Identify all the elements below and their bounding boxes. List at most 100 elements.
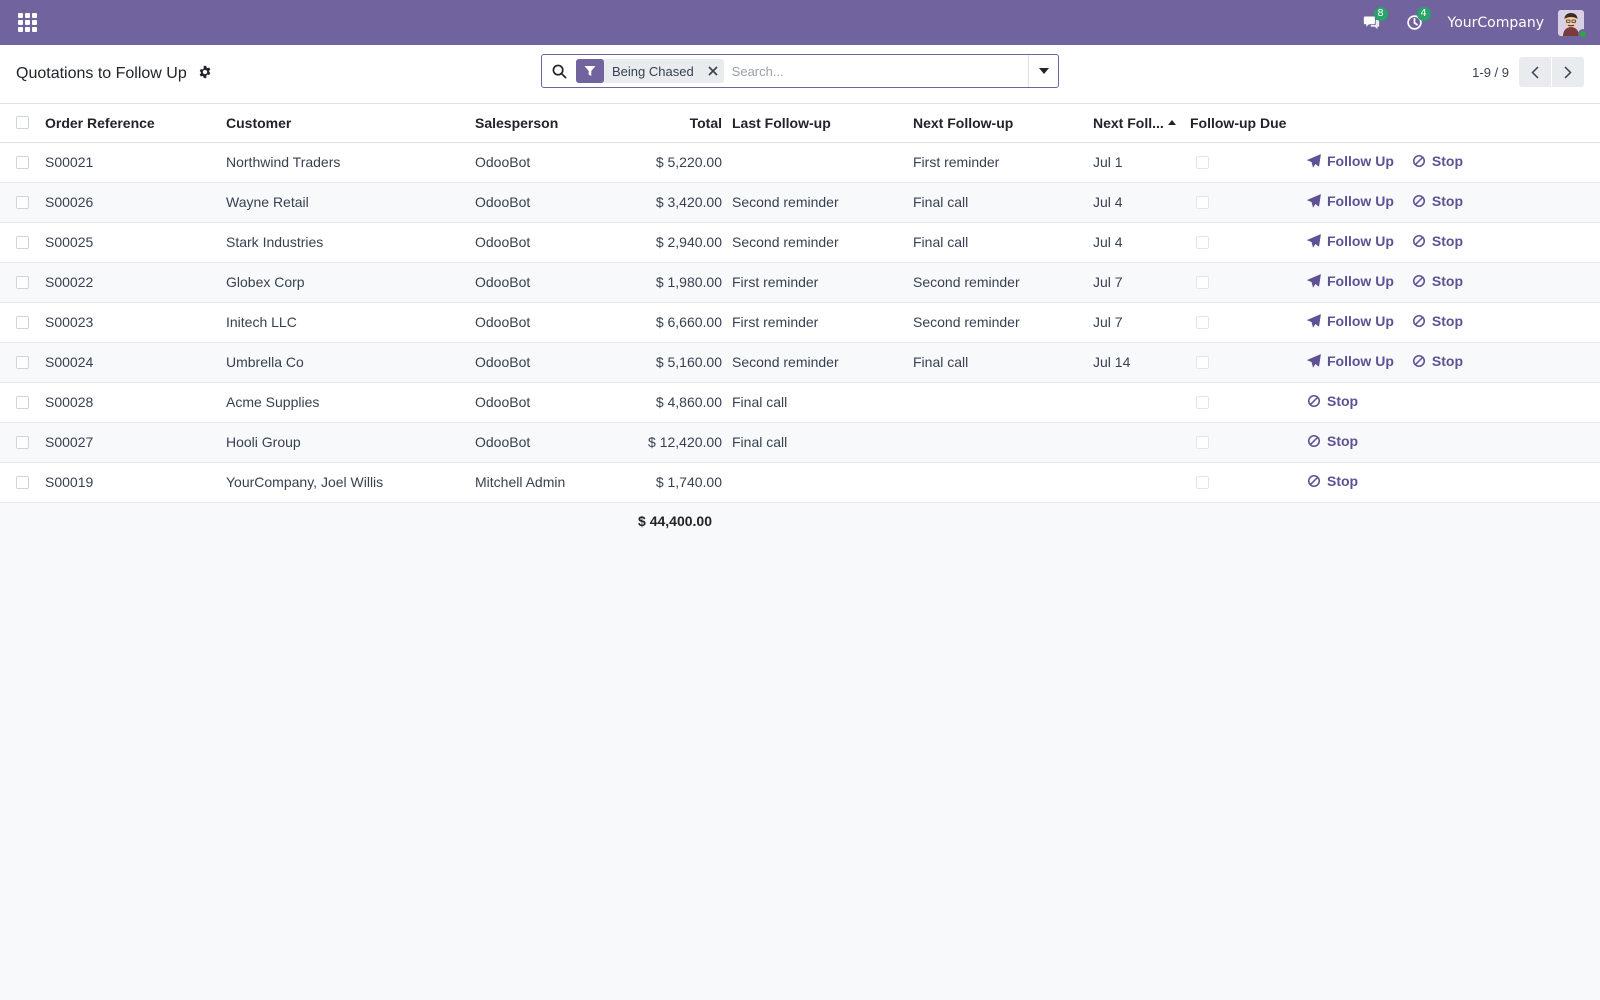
- last-follow-up-cell: First reminder: [732, 302, 913, 343]
- stop-button[interactable]: Stop: [1412, 313, 1463, 329]
- order-reference-cell: S00025: [45, 222, 226, 263]
- ban-icon: [1412, 194, 1425, 208]
- row-checkbox[interactable]: [16, 275, 29, 289]
- follow-up-due-cell: [1190, 462, 1307, 503]
- next-follow-up-cell: Final call: [913, 342, 1093, 383]
- row-checkbox[interactable]: [16, 315, 29, 329]
- total-cell: $ 6,660.00: [605, 302, 732, 343]
- search-input[interactable]: [731, 56, 1028, 86]
- stop-button[interactable]: Stop: [1412, 273, 1463, 289]
- column-header-total[interactable]: Total: [605, 104, 732, 143]
- breadcrumb: Quotations to Follow Up: [16, 65, 212, 83]
- row-checkbox[interactable]: [16, 235, 29, 249]
- follow-up-button[interactable]: Follow Up: [1307, 313, 1394, 329]
- apps-grid-icon[interactable]: [18, 12, 38, 33]
- stop-button[interactable]: Stop: [1412, 193, 1463, 209]
- table-row[interactable]: S00025 Stark Industries OdooBot $ 2,940.00 S…: [0, 222, 1600, 263]
- ban-icon: [1307, 474, 1321, 488]
- total-cell: $ 5,160.00: [605, 342, 732, 383]
- table-row[interactable]: S00026 Wayne Retail OdooBot $ 3,420.00 Secon…: [0, 182, 1600, 223]
- pager-value[interactable]: 1-9 / 9: [1472, 65, 1509, 80]
- last-follow-up-cell: Second reminder: [732, 342, 913, 383]
- stop-button[interactable]: Stop: [1412, 153, 1463, 169]
- column-header-salesperson[interactable]: Salesperson: [475, 104, 605, 143]
- last-follow-up-cell: Final call: [732, 382, 913, 423]
- last-follow-up-cell: Second reminder: [732, 222, 913, 263]
- stop-button-label: Stop: [1431, 273, 1463, 289]
- select-all-checkbox[interactable]: [16, 116, 29, 130]
- table-row[interactable]: S00027 Hooli Group OdooBot $ 12,420.00 Final…: [0, 422, 1600, 463]
- systray: 8 4 YourCompany: [1360, 6, 1588, 39]
- search-icon[interactable]: [542, 55, 576, 87]
- total-cell: $ 2,940.00: [605, 222, 732, 263]
- close-icon[interactable]: [702, 59, 724, 83]
- total-cell: $ 1,740.00: [605, 462, 732, 503]
- pager-previous-button[interactable]: [1519, 57, 1551, 87]
- messaging-button[interactable]: 8: [1360, 6, 1388, 35]
- column-header-last-follow-up[interactable]: Last Follow-up: [732, 104, 913, 143]
- next-follow-up-date-cell: Jul 14: [1093, 342, 1190, 383]
- column-header-next-follow-up-date-label: Next Foll...: [1093, 114, 1164, 131]
- column-header-next-follow-up[interactable]: Next Follow-up: [913, 104, 1093, 143]
- row-select-cell: [0, 262, 45, 303]
- last-follow-up-cell: Final call: [732, 422, 913, 463]
- company-switcher[interactable]: YourCompany: [1448, 15, 1545, 31]
- next-follow-up-cell: [913, 462, 1093, 503]
- table-row[interactable]: S00019 YourCompany, Joel Willis Mitchell A…: [0, 462, 1600, 503]
- follow-up-due-cell: [1190, 222, 1307, 263]
- ban-icon: [1412, 314, 1425, 328]
- table-row[interactable]: S00024 Umbrella Co OdooBot $ 5,160.00 Second…: [0, 342, 1600, 383]
- total-cell: $ 4,860.00: [605, 382, 732, 423]
- table-row[interactable]: S00021 Northwind Traders OdooBot $ 5,220.00…: [0, 142, 1600, 183]
- follow-up-button[interactable]: Follow Up: [1307, 353, 1394, 369]
- row-checkbox[interactable]: [16, 355, 29, 369]
- table-row[interactable]: S00022 Globex Corp OdooBot $ 1,980.00 First …: [0, 262, 1600, 303]
- stop-button[interactable]: Stop: [1307, 393, 1358, 409]
- ban-icon: [1412, 154, 1425, 168]
- customer-cell: Stark Industries: [226, 222, 475, 263]
- stop-button[interactable]: Stop: [1307, 433, 1358, 449]
- next-follow-up-date-cell: Jul 1: [1093, 142, 1190, 183]
- stop-button-label: Stop: [1431, 353, 1463, 369]
- next-follow-up-cell: First reminder: [913, 142, 1093, 183]
- row-select-cell: [0, 182, 45, 223]
- follow-up-due-checkbox: [1196, 195, 1209, 209]
- messages-count-badge: 8: [1373, 6, 1388, 21]
- row-select-cell: [0, 382, 45, 423]
- table-row[interactable]: S00023 Initech LLC OdooBot $ 6,660.00 First …: [0, 302, 1600, 343]
- follow-up-due-checkbox: [1196, 355, 1209, 369]
- column-header-follow-up-due[interactable]: Follow-up Due: [1190, 104, 1307, 143]
- row-actions-cell: Stop: [1307, 382, 1600, 423]
- row-actions-cell: Follow Up Stop: [1307, 142, 1600, 183]
- row-actions-cell: Stop: [1307, 422, 1600, 463]
- salesperson-cell: OdooBot: [475, 222, 605, 263]
- column-header-actions: [1307, 104, 1600, 143]
- follow-up-button[interactable]: Follow Up: [1307, 233, 1394, 249]
- stop-button[interactable]: Stop: [1412, 353, 1463, 369]
- table-row[interactable]: S00028 Acme Supplies OdooBot $ 4,860.00 Fina…: [0, 382, 1600, 423]
- row-checkbox[interactable]: [16, 475, 29, 489]
- table-header-row: Order Reference Customer Salesperson Tot…: [0, 104, 1600, 143]
- order-reference-cell: S00019: [45, 462, 226, 503]
- stop-button-label: Stop: [1327, 393, 1359, 409]
- row-checkbox[interactable]: [16, 155, 29, 169]
- column-header-order-reference[interactable]: Order Reference: [45, 104, 226, 143]
- row-checkbox[interactable]: [16, 195, 29, 209]
- search-options-toggle[interactable]: [1028, 55, 1058, 87]
- next-follow-up-date-cell: [1093, 422, 1190, 463]
- follow-up-button[interactable]: Follow Up: [1307, 153, 1394, 169]
- next-follow-up-date-cell: [1093, 382, 1190, 423]
- follow-up-button[interactable]: Follow Up: [1307, 273, 1394, 289]
- column-header-customer[interactable]: Customer: [226, 104, 475, 143]
- column-header-next-follow-up-date[interactable]: Next Foll...: [1093, 104, 1190, 143]
- activities-button[interactable]: 4: [1403, 6, 1431, 35]
- follow-up-button[interactable]: Follow Up: [1307, 193, 1394, 209]
- stop-button[interactable]: Stop: [1412, 233, 1463, 249]
- stop-button[interactable]: Stop: [1307, 473, 1358, 489]
- pager-next-button[interactable]: [1552, 57, 1584, 87]
- ban-icon: [1412, 234, 1425, 248]
- user-avatar[interactable]: [1558, 9, 1588, 39]
- row-checkbox[interactable]: [16, 395, 29, 409]
- row-checkbox[interactable]: [16, 435, 29, 449]
- gear-icon[interactable]: [198, 65, 212, 79]
